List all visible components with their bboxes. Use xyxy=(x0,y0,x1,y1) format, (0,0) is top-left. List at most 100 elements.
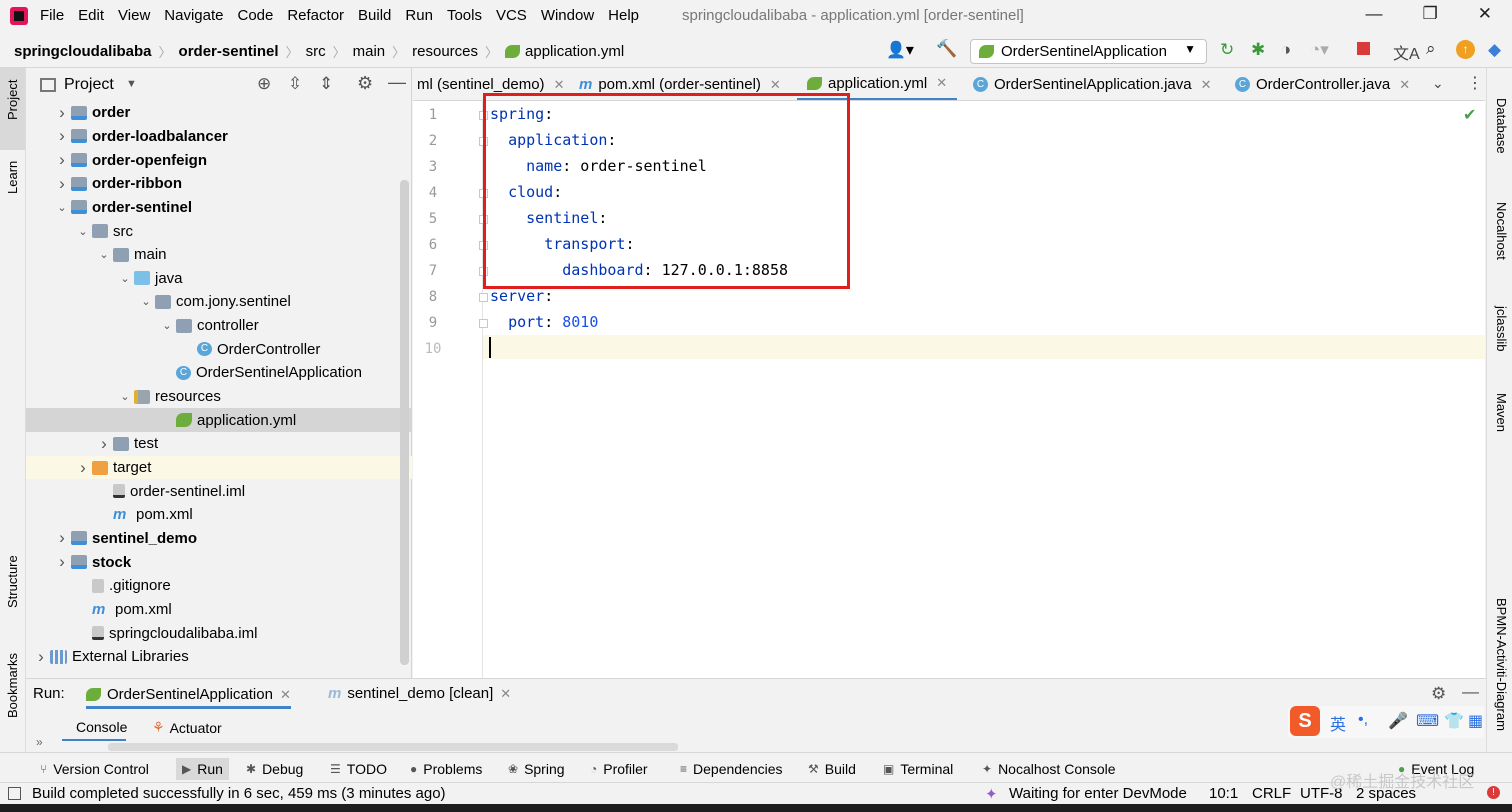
tree-item[interactable]: › order-ribbon xyxy=(26,172,412,196)
tabs-dropdown-icon[interactable]: ⌄ xyxy=(1432,75,1444,92)
rerun-icon[interactable]: ↻ xyxy=(1220,40,1234,60)
menu-view[interactable]: View xyxy=(118,7,150,24)
nocalhost-tool-button[interactable]: Nocalhost xyxy=(1494,202,1509,260)
tool-window-run[interactable]: ▶ Run xyxy=(176,758,229,780)
tool-window-problems[interactable]: ● Problems xyxy=(410,761,482,777)
build-status-message[interactable]: Build completed successfully in 6 sec, 4… xyxy=(32,785,446,802)
hide-panel-icon[interactable]: — xyxy=(388,72,406,93)
project-scrollbar[interactable] xyxy=(400,180,409,665)
restore-icon[interactable]: ❐ xyxy=(1423,4,1438,24)
chevron-down-icon[interactable]: ⌄ xyxy=(158,319,176,332)
tool-window-version-control[interactable]: ⑂ Version Control xyxy=(40,761,149,777)
chevron-right-icon[interactable]: › xyxy=(53,174,71,194)
actuator-subtab[interactable]: ⚘ Actuator xyxy=(152,719,222,736)
chevron-down-icon[interactable]: ⌄ xyxy=(116,390,134,403)
chevron-right-icon[interactable]: › xyxy=(53,552,71,572)
tree-item[interactable]: ⌄ resources xyxy=(26,385,412,409)
expand-all-icon[interactable]: ⇳ xyxy=(288,74,302,94)
maven-tool-button[interactable]: Maven xyxy=(1494,393,1509,432)
menu-run[interactable]: Run xyxy=(405,7,433,24)
caret-position[interactable]: 10:1 xyxy=(1209,785,1238,802)
close-icon[interactable]: ✕ xyxy=(936,75,947,91)
tree-item[interactable]: › test xyxy=(26,432,412,456)
breadcrumb-item[interactable]: src xyxy=(306,43,326,60)
menu-window[interactable]: Window xyxy=(541,7,594,24)
tool-window-build[interactable]: ⚒ Build xyxy=(808,761,856,777)
expand-chevron-icon[interactable]: » xyxy=(36,735,43,749)
coverage-icon[interactable]: ◑ xyxy=(1281,40,1291,60)
menu-edit[interactable]: Edit xyxy=(78,7,104,24)
menu-tools[interactable]: Tools xyxy=(447,7,482,24)
menu-code[interactable]: Code xyxy=(237,7,273,24)
chevron-down-icon[interactable]: ⌄ xyxy=(137,295,155,308)
run-configuration-select[interactable]: OrderSentinelApplication ▼ xyxy=(970,39,1207,64)
database-tool-button[interactable]: Database xyxy=(1494,98,1509,154)
code-line[interactable]: port: 8010 xyxy=(490,313,598,331)
skin-icon[interactable]: 👕 xyxy=(1444,711,1464,731)
menu-file[interactable]: File xyxy=(40,7,64,24)
menu-help[interactable]: Help xyxy=(608,7,639,24)
editor-tab[interactable]: C OrderController.java ✕ xyxy=(1235,68,1410,100)
chevron-down-icon[interactable]: ⌄ xyxy=(116,272,134,285)
close-icon[interactable]: ✕ xyxy=(280,687,291,703)
chevron-right-icon[interactable]: › xyxy=(53,528,71,548)
jclasslib-tool-button[interactable]: jclasslib xyxy=(1494,306,1509,352)
tree-item[interactable]: C OrderSentinelApplication xyxy=(26,361,412,385)
console-subtab[interactable]: Console xyxy=(62,713,127,741)
chevron-right-icon[interactable]: › xyxy=(53,126,71,146)
bookmarks-tool-button[interactable]: Bookmarks xyxy=(5,653,20,718)
chevron-right-icon[interactable]: › xyxy=(53,103,71,123)
tool-window-todo[interactable]: ☰ TODO xyxy=(330,761,387,777)
code-line[interactable]: server: xyxy=(490,287,553,305)
editor-tab[interactable]: C OrderSentinelApplication.java ✕ xyxy=(973,68,1212,100)
close-icon[interactable]: ✕ xyxy=(1399,77,1410,93)
tree-item[interactable]: .gitignore xyxy=(26,574,412,598)
chevron-right-icon[interactable]: › xyxy=(95,434,113,454)
breadcrumb-item[interactable]: application.yml xyxy=(525,43,624,60)
stop-icon[interactable] xyxy=(1357,42,1370,55)
keyboard-icon[interactable]: ⌨ xyxy=(1416,711,1439,731)
translate-icon[interactable]: 文A xyxy=(1393,40,1420,64)
devmode-status[interactable]: Waiting for enter DevMode xyxy=(1009,785,1187,802)
build-hammer-icon[interactable]: 🔨 xyxy=(936,39,957,59)
more-icon[interactable]: ⋮ xyxy=(1467,73,1483,93)
chevron-right-icon[interactable]: › xyxy=(74,458,92,478)
tool-window-debug[interactable]: ✱ Debug xyxy=(246,761,303,777)
menu-vcs[interactable]: VCS xyxy=(496,7,527,24)
chevron-right-icon[interactable]: › xyxy=(32,647,50,667)
fold-marker-icon[interactable] xyxy=(479,293,488,302)
tool-window-profiler[interactable]: ◔ Profiler xyxy=(590,761,648,777)
tree-item[interactable]: › target xyxy=(26,455,412,480)
tool-window-dependencies[interactable]: ≡ Dependencies xyxy=(680,761,783,777)
tool-window-terminal[interactable]: ▣ Terminal xyxy=(883,761,953,777)
tree-item[interactable]: m pom.xml xyxy=(26,598,412,622)
run-tab-sentinel-demo[interactable]: m sentinel_demo [clean] ✕ xyxy=(328,685,511,702)
plugin-icon[interactable]: ◆ xyxy=(1488,40,1501,60)
gear-icon[interactable]: ⚙ xyxy=(1431,684,1446,704)
chevron-right-icon[interactable]: › xyxy=(53,150,71,170)
chevron-down-icon[interactable]: ▼ xyxy=(126,78,137,90)
tree-item[interactable]: › order-loadbalancer xyxy=(26,125,412,149)
gear-icon[interactable]: ⚙ xyxy=(357,73,373,94)
microphone-icon[interactable]: 🎤 xyxy=(1388,711,1408,731)
tree-item[interactable]: ⌄ controller xyxy=(26,314,412,338)
tree-item[interactable]: › stock xyxy=(26,550,412,574)
tree-item[interactable]: C OrderController xyxy=(26,338,412,362)
run-tab-ordersentinel[interactable]: OrderSentinelApplication ✕ xyxy=(86,683,291,709)
toolbox-icon[interactable]: ▦ xyxy=(1468,711,1483,731)
error-icon[interactable]: ! xyxy=(1487,786,1500,799)
tree-item[interactable]: › order xyxy=(26,101,412,125)
tool-window-nocalhost-console[interactable]: ✦ Nocalhost Console xyxy=(982,761,1116,777)
minimize-icon[interactable]: — xyxy=(1366,4,1383,24)
fold-marker-icon[interactable] xyxy=(479,319,488,328)
chevron-down-icon[interactable]: ⌄ xyxy=(53,201,71,214)
tree-item[interactable]: m pom.xml xyxy=(26,503,412,527)
menu-refactor[interactable]: Refactor xyxy=(287,7,344,24)
tree-item[interactable]: springcloudalibaba.iml xyxy=(26,621,412,645)
close-icon[interactable]: ✕ xyxy=(554,77,565,93)
search-icon[interactable]: ⌕ xyxy=(1426,39,1436,59)
ime-language[interactable]: 英 xyxy=(1330,711,1346,735)
tree-item[interactable]: order-sentinel.iml xyxy=(26,479,412,503)
structure-tool-button[interactable]: Structure xyxy=(5,555,20,608)
chevron-down-icon[interactable]: ⌄ xyxy=(95,248,113,261)
